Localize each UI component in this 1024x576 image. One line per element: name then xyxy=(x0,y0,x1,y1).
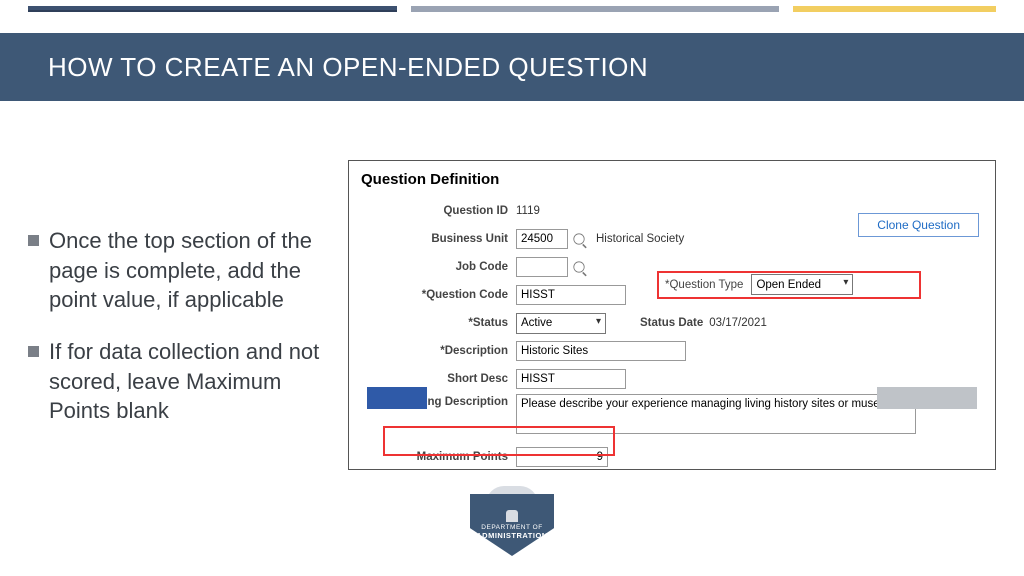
input-short-desc[interactable] xyxy=(516,369,626,389)
label-status: *Status xyxy=(361,317,516,329)
input-description[interactable] xyxy=(516,341,686,361)
input-question-code[interactable] xyxy=(516,285,626,305)
logo-line2: ADMINISTRATION xyxy=(476,531,547,540)
title-bar: HOW TO CREATE AN OPEN-ENDED QUESTION xyxy=(0,33,1024,101)
lookup-icon[interactable] xyxy=(573,233,584,244)
highlight-max-points xyxy=(383,426,615,456)
row-status: *Status Status Date 03/17/2021 xyxy=(361,310,983,336)
label-business-unit: Business Unit xyxy=(361,233,516,245)
input-job-code[interactable] xyxy=(516,257,568,277)
screenshot-panel: Question Definition Question ID 1119 Bus… xyxy=(348,160,996,470)
bullet-list: Once the top section of the page is comp… xyxy=(28,160,328,516)
label-description: *Description xyxy=(361,345,516,357)
label-question-code: *Question Code xyxy=(361,289,516,301)
value-status-date: 03/17/2021 xyxy=(709,317,767,329)
logo-shield: DEPARTMENT OF ADMINISTRATION xyxy=(470,494,554,556)
bullet-text: If for data collection and not scored, l… xyxy=(49,337,328,426)
highlight-question-type xyxy=(657,271,921,299)
bullet-icon xyxy=(28,235,39,246)
select-status-wrap xyxy=(516,313,606,334)
stripe-dark xyxy=(28,6,397,12)
logo-line1: DEPARTMENT OF xyxy=(481,524,542,532)
row-description: *Description xyxy=(361,338,983,364)
select-status[interactable] xyxy=(516,313,606,334)
panel-heading: Question Definition xyxy=(361,171,983,188)
bullet-text: Once the top section of the page is comp… xyxy=(49,226,328,315)
bottom-tab-blue xyxy=(367,387,427,409)
capitol-dome-icon xyxy=(506,510,518,522)
bullet-icon xyxy=(28,346,39,357)
label-short-desc: Short Desc xyxy=(361,373,516,385)
top-accent-stripes xyxy=(28,6,996,12)
label-job-code: Job Code xyxy=(361,261,516,273)
clone-question-button[interactable]: Clone Question xyxy=(858,213,979,237)
value-business-unit-name: Historical Society xyxy=(596,233,684,245)
bottom-tab-grey xyxy=(877,387,977,409)
slide-title: HOW TO CREATE AN OPEN-ENDED QUESTION xyxy=(48,52,648,83)
stripe-gold xyxy=(793,6,996,12)
label-status-date: Status Date xyxy=(640,317,703,329)
input-business-unit[interactable] xyxy=(516,229,568,249)
footer-logo: WISCONSIN DEPARTMENT OF ADMINISTRATION xyxy=(467,486,557,564)
bullet-item: If for data collection and not scored, l… xyxy=(28,337,328,426)
label-question-id: Question ID xyxy=(361,205,516,217)
lookup-icon[interactable] xyxy=(573,261,584,272)
stripe-grey xyxy=(411,6,780,12)
content-area: Once the top section of the page is comp… xyxy=(28,160,996,516)
value-question-id: 1119 xyxy=(516,205,540,217)
bullet-item: Once the top section of the page is comp… xyxy=(28,226,328,315)
